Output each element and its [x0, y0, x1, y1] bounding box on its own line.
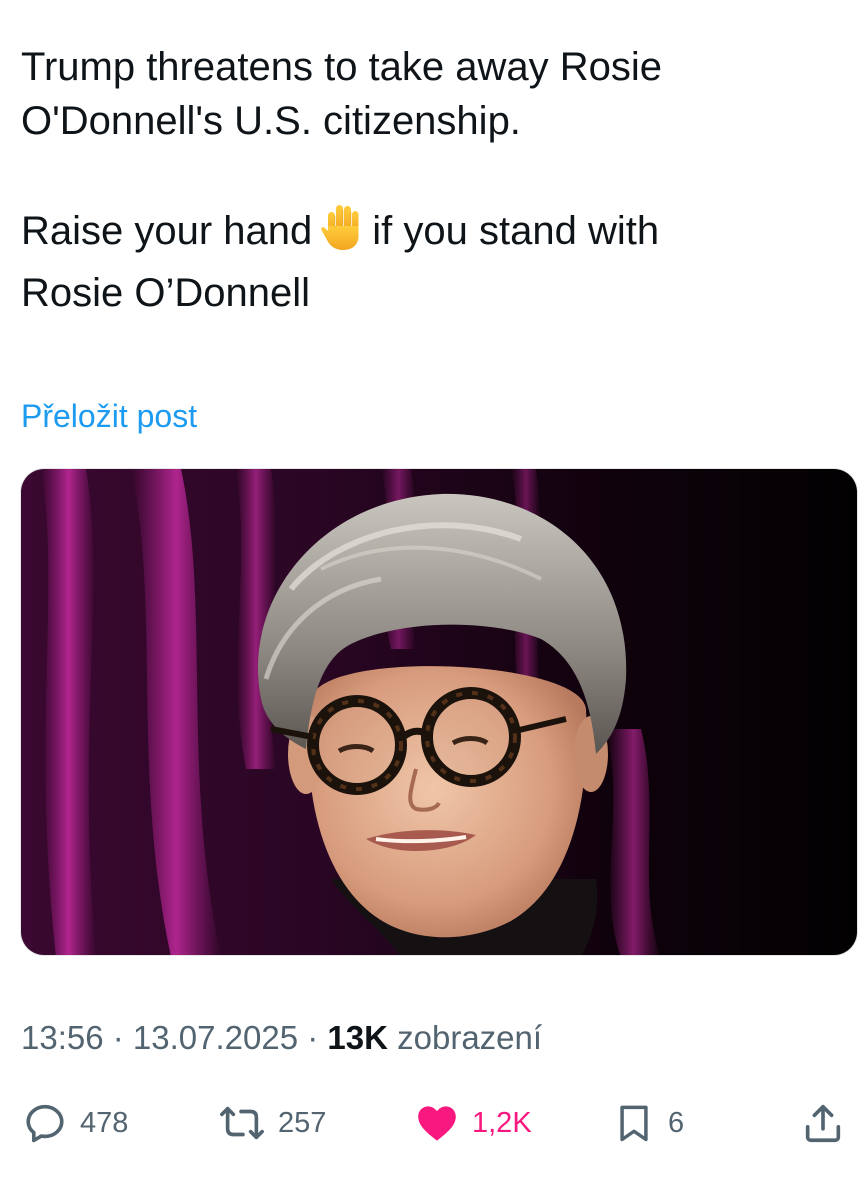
- views-label: zobrazení: [387, 1019, 543, 1056]
- translate-post-link[interactable]: Přeložit post: [21, 396, 197, 436]
- bookmark-count: 6: [668, 1106, 685, 1139]
- tweet-meta: 13:56 · 13.07.2025 · 13K zobrazení: [21, 1016, 542, 1060]
- tweet-photo[interactable]: [20, 468, 858, 956]
- tweet-actions: 478 257 1,2K 6: [0, 1096, 865, 1150]
- bookmark-icon: [612, 1100, 656, 1146]
- repost-button[interactable]: 257: [218, 1096, 326, 1150]
- reply-button[interactable]: 478: [22, 1096, 128, 1150]
- repost-count: 257: [278, 1106, 327, 1139]
- reply-icon: [22, 1100, 68, 1146]
- share-icon: [800, 1100, 846, 1146]
- meta-separator-2: ·: [298, 1019, 328, 1056]
- heart-icon: [414, 1100, 460, 1146]
- tweet-line-3-end: if you stand with: [372, 209, 660, 253]
- tweet-line-4: Rosie O’Donnell: [21, 271, 311, 315]
- tweet-date[interactable]: 13.07.2025: [133, 1019, 298, 1056]
- raised-hand-emoji-icon: [320, 202, 366, 266]
- bookmark-button[interactable]: 6: [612, 1096, 684, 1150]
- views-count: 13K: [327, 1019, 388, 1056]
- tweet-line-3: Raise your hand if you stand with: [21, 202, 841, 266]
- tweet-text: Trump threatens to take away Rosie O'Don…: [21, 40, 841, 320]
- tweet-line-3-start: Raise your hand: [21, 209, 313, 253]
- tweet-time[interactable]: 13:56: [21, 1019, 104, 1056]
- like-button[interactable]: 1,2K: [414, 1096, 532, 1150]
- tweet-line-1: Trump threatens to take away Rosie: [21, 45, 663, 89]
- share-button[interactable]: [800, 1096, 846, 1150]
- tweet-line-2: O'Donnell's U.S. citizenship.: [21, 99, 521, 143]
- meta-separator: ·: [103, 1019, 133, 1056]
- repost-icon: [218, 1100, 266, 1146]
- like-count: 1,2K: [472, 1106, 532, 1139]
- reply-count: 478: [80, 1106, 129, 1139]
- portrait-photo: [21, 469, 857, 955]
